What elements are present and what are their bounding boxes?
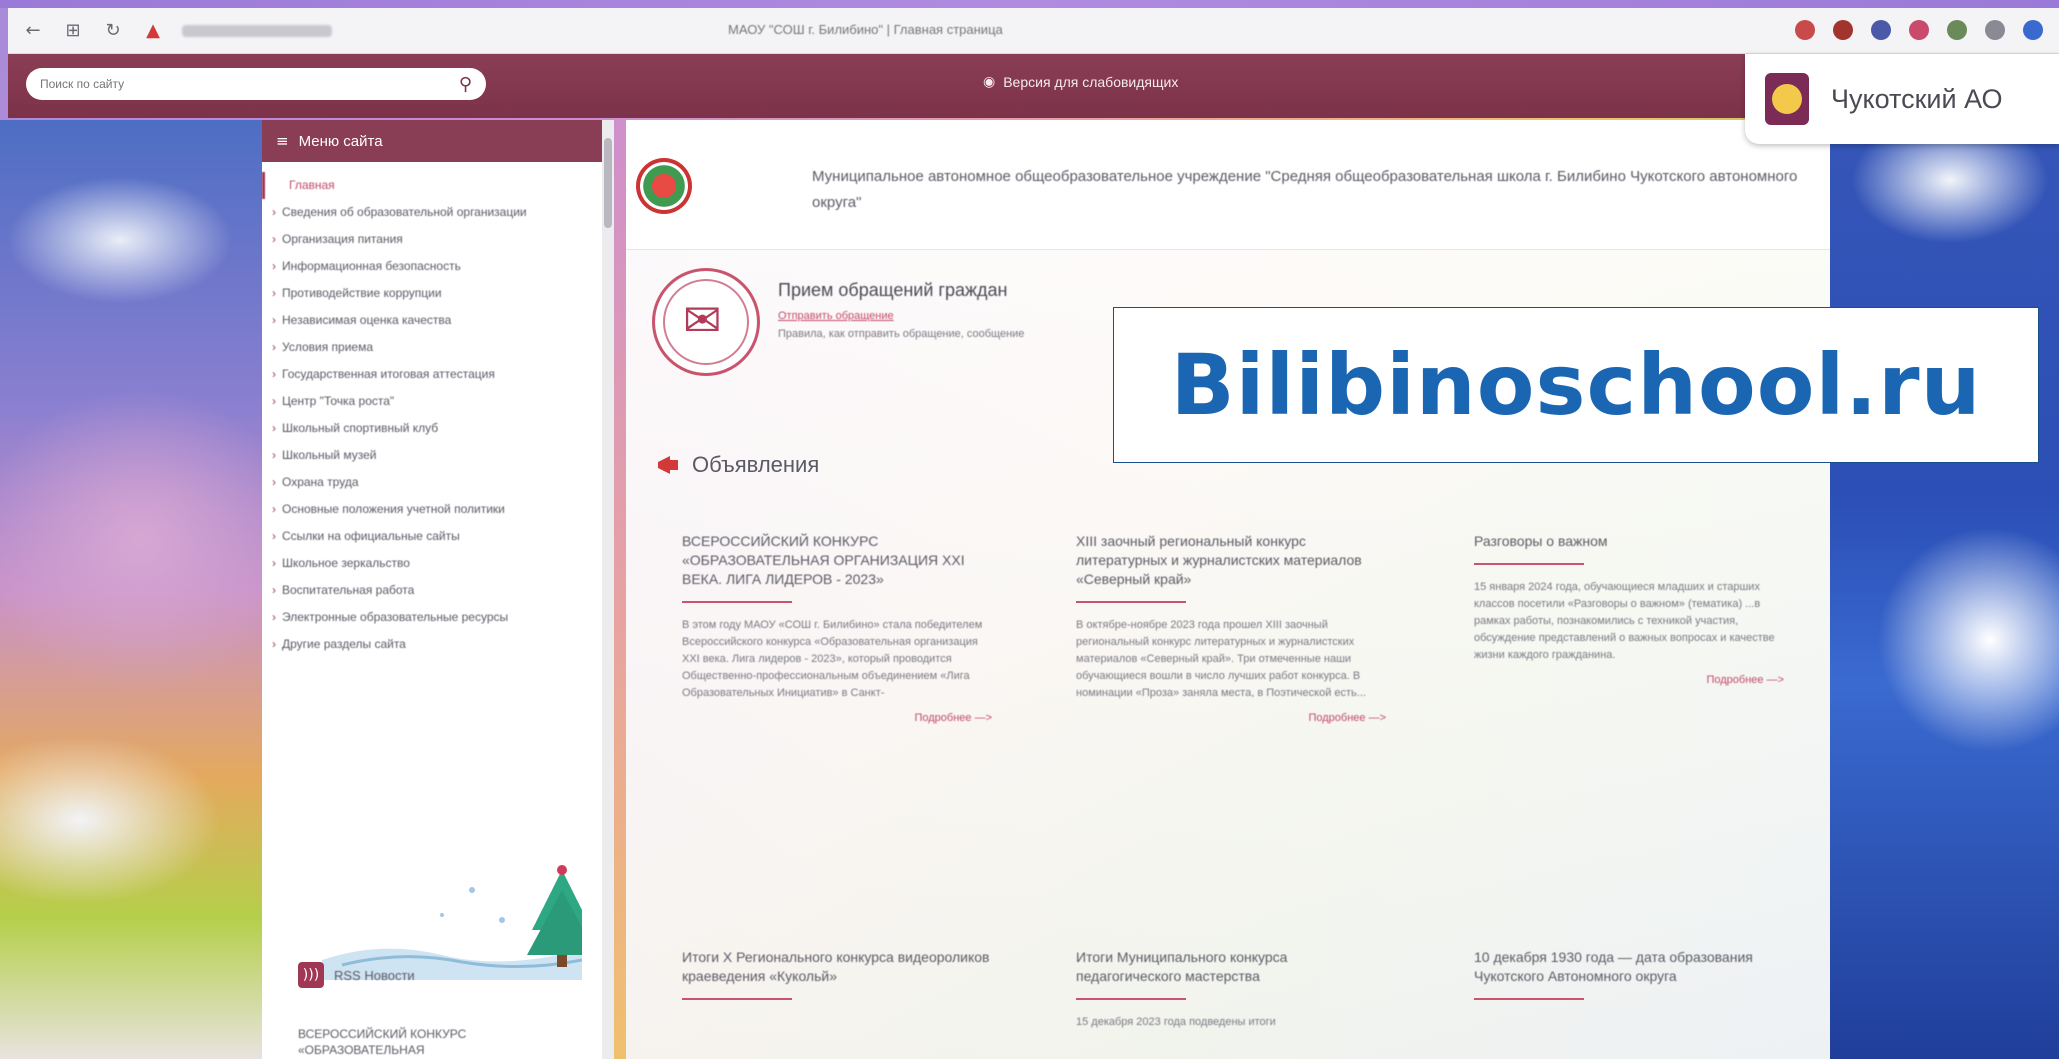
- browser-tab-title: МАОУ "СОШ г. Билибино" | Главная страниц…: [728, 22, 1003, 37]
- extension-icon[interactable]: [1985, 20, 2005, 40]
- page-info-icon[interactable]: ⊞: [62, 20, 84, 42]
- announcement-text: В октябре-ноябре 2023 года прошел XIII з…: [1076, 619, 1366, 699]
- region-badge[interactable]: Чукотский АО: [1745, 54, 2059, 144]
- announcement-card[interactable]: Разговоры о важном 15 января 2024 года, …: [1474, 532, 1784, 686]
- sidebar-menu-header[interactable]: ≡ Меню сайта: [262, 120, 602, 162]
- sidebar-scrollbar[interactable]: [602, 120, 614, 1059]
- rss-label: RSS Новости: [334, 967, 415, 983]
- citizen-appeals-title[interactable]: Прием обращений граждан: [778, 280, 1007, 301]
- announcement-card[interactable]: Итоги X Регионального конкурса видеороли…: [682, 948, 992, 1014]
- extension-icon[interactable]: [2023, 20, 2043, 40]
- watermark-text: Bilibinoschool.ru: [1170, 336, 1982, 434]
- school-emblem-icon[interactable]: [636, 158, 692, 214]
- read-more-link[interactable]: Подробнее —>: [1474, 674, 1784, 686]
- announcement-title[interactable]: 10 декабря 1930 года — дата образования …: [1474, 948, 1784, 986]
- sidebar-item[interactable]: Ссылки на официальные сайты: [262, 523, 602, 550]
- sidebar-item[interactable]: Школьный спортивный клуб: [262, 415, 602, 442]
- search-input[interactable]: [40, 77, 459, 91]
- region-name: Чукотский АО: [1831, 83, 2003, 114]
- send-appeal-link[interactable]: Отправить обращение: [778, 310, 894, 322]
- announcement-title[interactable]: Разговоры о важном: [1474, 532, 1784, 551]
- announcement-card[interactable]: Итоги Муниципального конкурса педагогиче…: [1076, 948, 1386, 1031]
- sidebar-item[interactable]: Другие разделы сайта: [262, 631, 602, 658]
- sidebar-item[interactable]: Школьный музей: [262, 442, 602, 469]
- low-vision-version-link[interactable]: ◉ Версия для слабовидящих: [983, 74, 1178, 90]
- announcement-title[interactable]: XIII заочный региональный конкурс литера…: [1076, 532, 1386, 589]
- address-bar[interactable]: [182, 24, 332, 37]
- sidebar-item[interactable]: Электронные образовательные ресурсы: [262, 604, 602, 631]
- citizen-appeals-icon[interactable]: [652, 268, 760, 376]
- extension-icon[interactable]: [1833, 20, 1853, 40]
- rss-news-link[interactable]: ))) RSS Новости: [298, 962, 415, 988]
- extension-icon[interactable]: [1909, 20, 1929, 40]
- sidebar-item[interactable]: Сведения об образовательной организации: [262, 199, 602, 226]
- title-divider: [1076, 601, 1186, 603]
- announcement-text: 15 января 2024 года, обучающиеся младших…: [1474, 581, 1775, 661]
- title-divider: [682, 998, 792, 1000]
- sidebar-item[interactable]: Противодействие коррупции: [262, 280, 602, 307]
- background-sky-right: [1830, 120, 2059, 1059]
- sidebar-item[interactable]: Государственная итоговая аттестация: [262, 361, 602, 388]
- announcement-card[interactable]: XIII заочный региональный конкурс литера…: [1076, 532, 1386, 724]
- sidebar-item-home[interactable]: Главная: [262, 172, 602, 199]
- main-content: Муниципальное автономное общеобразовател…: [626, 120, 1830, 1059]
- title-divider: [682, 601, 792, 603]
- appeal-instructions: Правила, как отправить обращение, сообще…: [778, 328, 1025, 340]
- extensions-bar: [1795, 20, 2043, 40]
- organization-name: Муниципальное автономное общеобразовател…: [812, 168, 1798, 211]
- rss-news-item[interactable]: ВСЕРОССИЙСКИЙ КОНКУРС «ОБРАЗОВАТЕЛЬНАЯ: [298, 1026, 548, 1058]
- sidebar-item[interactable]: Охрана труда: [262, 469, 602, 496]
- reload-icon[interactable]: ↻: [102, 20, 124, 42]
- eye-icon: ◉: [983, 74, 996, 90]
- title-divider: [1076, 998, 1186, 1000]
- extension-icon[interactable]: [1795, 20, 1815, 40]
- extension-icon[interactable]: [1871, 20, 1891, 40]
- sidebar-menu-title: Меню сайта: [298, 132, 383, 150]
- search-icon[interactable]: ⚲: [459, 74, 472, 95]
- sidebar-item[interactable]: Независимая оценка качества: [262, 307, 602, 334]
- title-divider: [1474, 998, 1584, 1000]
- announcements-heading: Объявления: [656, 452, 819, 478]
- back-icon[interactable]: ←: [22, 20, 44, 42]
- sidebar-item[interactable]: Школьное зеркальство: [262, 550, 602, 577]
- organization-banner: Муниципальное автономное общеобразовател…: [626, 120, 1830, 250]
- announcement-text: 15 декабря 2023 года подведены итоги: [1076, 1016, 1276, 1028]
- announcements-title: Объявления: [692, 452, 820, 477]
- region-coat-of-arms-icon: [1765, 73, 1809, 125]
- read-more-link[interactable]: Подробнее —>: [682, 712, 992, 724]
- sidebar-item[interactable]: Информационная безопасность: [262, 253, 602, 280]
- site-search: ⚲: [26, 68, 486, 100]
- announcement-title[interactable]: ВСЕРОССИЙСКИЙ КОНКУРС «ОБРАЗОВАТЕЛЬНАЯ О…: [682, 532, 992, 589]
- sidebar-item[interactable]: Воспитательная работа: [262, 577, 602, 604]
- window-top-strip: [0, 0, 2059, 8]
- sidebar-item[interactable]: Организация питания: [262, 226, 602, 253]
- scrollbar-thumb[interactable]: [604, 138, 612, 228]
- announcement-title[interactable]: Итоги X Регионального конкурса видеороли…: [682, 948, 992, 986]
- extension-icon[interactable]: [1947, 20, 1967, 40]
- announcement-card[interactable]: ВСЕРОССИЙСКИЙ КОНКУРС «ОБРАЗОВАТЕЛЬНАЯ О…: [682, 532, 992, 724]
- insecure-warning-icon[interactable]: ▲: [142, 20, 164, 42]
- site-url-watermark: Bilibinoschool.ru: [1113, 307, 2039, 463]
- sidebar-menu: Главная Сведения об образовательной орга…: [262, 162, 602, 658]
- announcement-title[interactable]: Итоги Муниципального конкурса педагогиче…: [1076, 948, 1386, 986]
- sidebar-item[interactable]: Основные положения учетной политики: [262, 496, 602, 523]
- megaphone-icon: [658, 456, 678, 474]
- title-divider: [1474, 563, 1584, 565]
- read-more-link[interactable]: Подробнее —>: [1076, 712, 1386, 724]
- announcement-card[interactable]: 10 декабря 1930 года — дата образования …: [1474, 948, 1784, 1014]
- sidebar-item[interactable]: Центр "Точка роста": [262, 388, 602, 415]
- browser-toolbar: ← ⊞ ↻ ▲ МАОУ "СОШ г. Билибино" | Главная…: [8, 8, 2059, 54]
- low-vision-label: Версия для слабовидящих: [1003, 74, 1179, 90]
- background-sky-left: [0, 120, 262, 1059]
- sidebar-item[interactable]: Условия приема: [262, 334, 602, 361]
- sidebar: ≡ Меню сайта Главная Сведения об образов…: [262, 120, 602, 1059]
- rss-icon: ))): [298, 962, 324, 988]
- hamburger-icon: ≡: [276, 132, 289, 150]
- announcement-text: В этом году МАОУ «СОШ г. Билибино» стала…: [682, 619, 983, 699]
